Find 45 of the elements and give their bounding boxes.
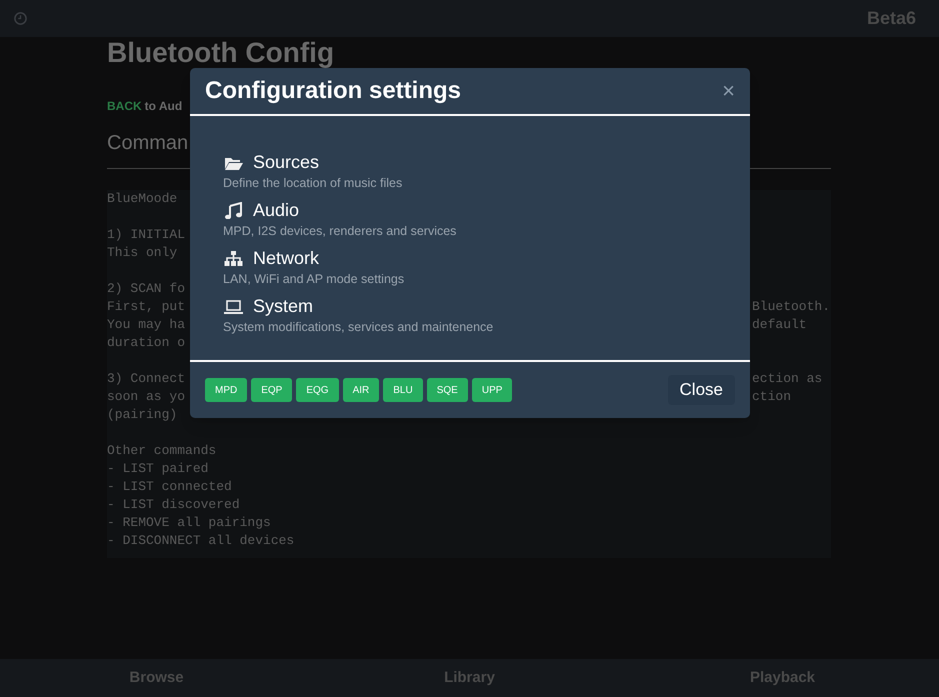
music-note-icon (224, 202, 243, 218)
modal-title: Configuration settings (205, 76, 461, 106)
console-line: ection as (752, 370, 822, 388)
console-line: You may ha (107, 317, 186, 332)
close-button[interactable]: Close (668, 375, 735, 405)
console-line: First, put (107, 299, 186, 314)
console-line: ction (752, 388, 792, 406)
console-line: - LIST connected (107, 479, 232, 494)
settings-description: System modifications, services and maintenence (223, 319, 494, 336)
console-line: BlueMoode (107, 191, 178, 206)
console-line: (pairing) (107, 407, 178, 422)
shortcut-button[interactable]: UPP (472, 378, 512, 402)
shortcut-button[interactable]: EQG (296, 378, 339, 402)
console-line: Bluetooth. (752, 298, 830, 316)
console-line: This only (107, 245, 178, 260)
settings-link[interactable]: Audio (253, 198, 300, 222)
clock-icon[interactable] (14, 12, 27, 25)
console-line: default (752, 316, 807, 334)
back-text: to Aud (144, 98, 182, 115)
console-line: - LIST discovered (107, 497, 240, 512)
shortcut-button[interactable]: MPD (205, 378, 248, 402)
settings-link[interactable]: System (253, 294, 314, 318)
shortcut-button[interactable]: SQE (426, 378, 468, 402)
console-line: - DISCONNECT all devices (107, 533, 294, 548)
page-title: Bluetooth Config (107, 39, 334, 67)
console-line: 1) INITIAL (107, 227, 186, 242)
laptop-icon (224, 298, 243, 314)
settings-description: LAN, WiFi and AP mode settings (223, 271, 406, 288)
network-icon (224, 250, 243, 266)
settings-description: MPD, I2S devices, renderers and services (223, 223, 458, 240)
console-line: 3) Connect (107, 371, 186, 386)
shortcut-button[interactable]: AIR (342, 378, 380, 402)
shortcut-button[interactable]: BLU (383, 378, 423, 402)
settings-link[interactable]: Sources (253, 150, 320, 174)
console-line: 2) SCAN fo (107, 281, 186, 296)
console-line: - LIST paired (107, 461, 208, 476)
settings-description: Define the location of music files (223, 175, 404, 192)
console-line: duration o (107, 335, 186, 350)
back-link[interactable]: BACK (107, 97, 142, 115)
shortcut-button[interactable]: EQP (251, 378, 292, 402)
console-line: soon as yo (107, 389, 186, 404)
settings-link[interactable]: Network (253, 246, 320, 270)
console-line: - REMOVE all pairings (107, 515, 271, 530)
console-line: Other commands (107, 443, 216, 458)
section-heading: Comman (107, 131, 188, 156)
